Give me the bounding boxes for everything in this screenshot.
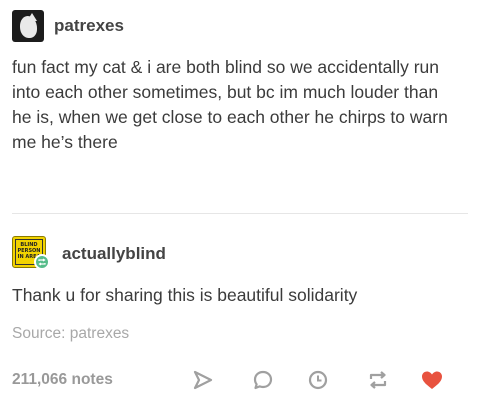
cat-avatar-icon[interactable]: [12, 10, 44, 42]
username-link[interactable]: patrexes: [54, 16, 124, 36]
share-icon[interactable]: [191, 368, 215, 392]
source-link[interactable]: patrexes: [70, 325, 129, 342]
post-body-text: Thank u for sharing this is beautiful so…: [12, 285, 358, 305]
post-body-text: fun fact my cat & i are both blind so we…: [12, 57, 448, 152]
post-source: Source: patrexes: [12, 325, 129, 343]
reblog-entry-actuallyblind: BLIND PERSON IN AREA actuallyblind Thank…: [0, 214, 478, 324]
post-header: patrexes: [12, 10, 124, 42]
clock-icon[interactable]: [306, 368, 330, 392]
username-link[interactable]: actuallyblind: [62, 244, 166, 264]
post-footer: 211,066 notes: [0, 360, 478, 400]
heart-icon[interactable]: [420, 368, 444, 392]
reply-icon[interactable]: [251, 368, 275, 392]
reblog-entry-patrexes: patrexes fun fact my cat & i are both bl…: [0, 0, 478, 212]
source-label: Source:: [12, 325, 66, 342]
reblog-icon[interactable]: [366, 368, 390, 392]
avatar-cat-face: [20, 16, 37, 38]
notes-count[interactable]: 211,066 notes: [12, 371, 113, 389]
avatar-wrapper: BLIND PERSON IN AREA: [12, 236, 50, 272]
reblog-badge-icon: [34, 254, 50, 270]
post-header: BLIND PERSON IN AREA actuallyblind: [12, 236, 166, 272]
